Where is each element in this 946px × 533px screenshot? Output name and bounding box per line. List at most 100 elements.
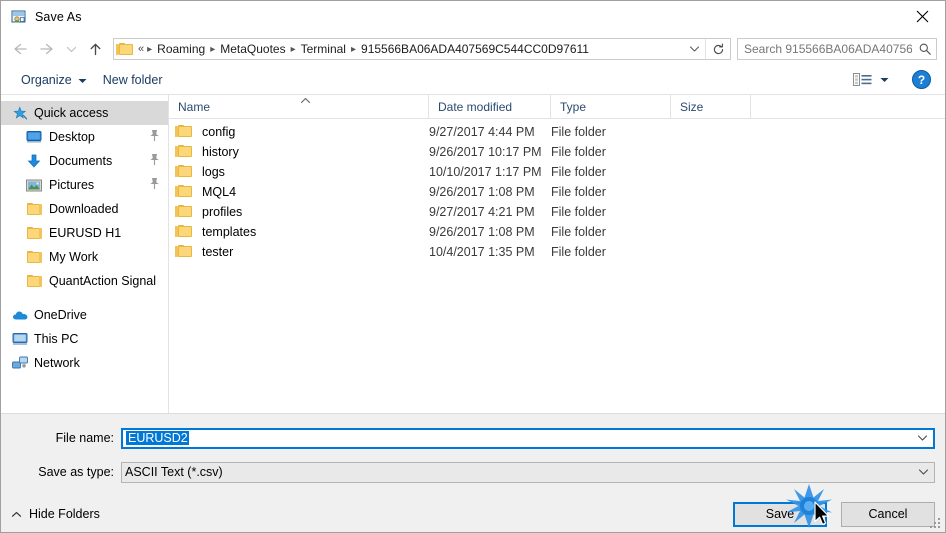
sidebar-divider-gap — [1, 293, 168, 303]
column-header-row: Name Date modified Type Size — [169, 95, 945, 119]
save-as-type-select[interactable]: ASCII Text (*.csv) — [121, 461, 935, 483]
file-date-cell: 9/27/2017 4:44 PM — [429, 125, 535, 139]
file-type-cell: File folder — [551, 125, 606, 139]
search-icon[interactable] — [914, 40, 936, 58]
save-as-icon — [11, 9, 27, 25]
breadcrumb-item-terminal[interactable]: Terminal — [297, 41, 350, 57]
sidebar-item-label: QuantAction Signal — [49, 274, 157, 288]
file-type-cell: File folder — [551, 165, 606, 179]
file-name-cell: templates — [169, 225, 429, 239]
pin-icon[interactable] — [149, 129, 160, 145]
up-arrow-icon[interactable] — [81, 36, 109, 62]
sidebar-item-my-work[interactable]: My Work — [1, 245, 168, 269]
organize-button[interactable]: Organize — [13, 68, 95, 92]
column-header-type[interactable]: Type — [551, 95, 671, 118]
file-type-cell: File folder — [551, 245, 606, 259]
sidebar-item-pictures[interactable]: Pictures — [1, 173, 168, 197]
help-icon[interactable]: ? — [911, 70, 931, 90]
folder-icon — [175, 245, 195, 259]
file-name-row: File name: EURUSD2 — [1, 425, 945, 451]
file-name-value-wrap: EURUSD2 — [123, 431, 911, 445]
refresh-icon[interactable] — [705, 39, 730, 59]
forward-arrow-icon[interactable] — [33, 36, 61, 62]
svg-text:?: ? — [917, 73, 924, 87]
table-row[interactable]: templates 9/26/2017 1:08 PM File folder — [169, 222, 945, 242]
pin-icon[interactable] — [149, 177, 160, 193]
sidebar-item-network[interactable]: Network — [1, 351, 168, 375]
back-arrow-icon[interactable] — [5, 36, 33, 62]
folder-icon — [25, 201, 43, 217]
address-dropdown-icon[interactable] — [683, 39, 705, 59]
sidebar-item-desktop[interactable]: Desktop — [1, 125, 168, 149]
cancel-button-label: Cancel — [868, 507, 908, 521]
folder-icon — [116, 42, 134, 56]
table-row[interactable]: config 9/27/2017 4:44 PM File folder — [169, 122, 945, 142]
chevron-down-icon[interactable] — [912, 463, 934, 482]
file-name-label: history — [202, 145, 239, 159]
pictures-icon — [25, 177, 43, 193]
file-name-label: tester — [202, 245, 234, 259]
search-input[interactable] — [738, 39, 914, 59]
file-list-pane: Name Date modified Type Size config 9/27… — [169, 95, 945, 413]
command-bar: Organize New folder ? — [1, 65, 945, 95]
sidebar-item-this-pc[interactable]: This PC — [1, 327, 168, 351]
table-row[interactable]: logs 10/10/2017 1:17 PM File folder — [169, 162, 945, 182]
table-row[interactable]: tester 10/4/2017 1:35 PM File folder — [169, 242, 945, 262]
file-name-label: File name: — [55, 431, 114, 445]
column-header-date-modified[interactable]: Date modified — [429, 95, 551, 118]
column-header-label: Name — [178, 99, 211, 114]
caret-up-icon — [11, 511, 22, 518]
file-date-cell: 9/26/2017 1:08 PM — [429, 225, 535, 239]
file-date-cell: 9/27/2017 4:21 PM — [429, 205, 535, 219]
save-button[interactable]: Save — [733, 501, 827, 527]
search-box[interactable] — [737, 38, 937, 60]
cancel-button[interactable]: Cancel — [841, 501, 935, 527]
file-date-cell: 10/10/2017 1:17 PM — [429, 165, 542, 179]
sidebar-item-label: Downloaded — [49, 202, 119, 216]
breadcrumb-item-metaquotes[interactable]: MetaQuotes — [216, 41, 289, 57]
recent-locations-chevron-icon[interactable] — [61, 36, 81, 62]
command-bar-right: ? — [849, 68, 945, 92]
folder-icon — [175, 185, 195, 199]
file-name-input[interactable]: EURUSD2 — [121, 427, 935, 449]
table-row[interactable]: MQL4 9/26/2017 1:08 PM File folder — [169, 182, 945, 202]
address-bar[interactable]: « ▸ Roaming ▸ MetaQuotes ▸ Terminal ▸ 91… — [113, 38, 731, 60]
pin-icon[interactable] — [149, 153, 160, 169]
breadcrumb-item-roaming[interactable]: Roaming — [153, 41, 209, 57]
folder-icon — [175, 145, 195, 159]
column-header-name[interactable]: Name — [169, 95, 429, 118]
sidebar-item-downloaded[interactable]: Downloaded — [1, 197, 168, 221]
view-mode-icon[interactable] — [849, 68, 893, 92]
table-row[interactable]: history 9/26/2017 10:17 PM File folder — [169, 142, 945, 162]
column-header-size[interactable]: Size — [671, 95, 751, 118]
onedrive-cloud-icon — [11, 307, 29, 323]
save-as-dialog: Save As « ▸ Roaming ▸ MetaQuotes ▸ Termi… — [0, 0, 946, 533]
organize-label: Organize — [21, 72, 72, 87]
hide-folders-button[interactable]: Hide Folders — [11, 507, 100, 521]
sidebar-item-documents[interactable]: Documents — [1, 149, 168, 173]
file-name-cell: logs — [169, 165, 429, 179]
sidebar-item-onedrive[interactable]: OneDrive — [1, 303, 168, 327]
caret-down-icon[interactable] — [880, 77, 889, 83]
this-pc-icon — [11, 331, 29, 347]
resize-grip[interactable] — [930, 518, 942, 530]
sidebar-item-eurusd-h1[interactable]: EURUSD H1 — [1, 221, 168, 245]
breadcrumb-overflow[interactable]: « — [136, 42, 146, 56]
close-icon[interactable] — [899, 1, 945, 32]
column-header-label: Size — [680, 99, 704, 114]
dialog-footer: File name: EURUSD2 Save as type: ASCII T… — [1, 413, 945, 532]
folder-icon — [175, 205, 195, 219]
table-row[interactable]: profiles 9/27/2017 4:21 PM File folder — [169, 202, 945, 222]
new-folder-button[interactable]: New folder — [95, 68, 171, 92]
column-header-label: Date modified — [438, 99, 513, 114]
chevron-down-icon[interactable] — [911, 430, 933, 447]
file-name-label: config — [202, 125, 236, 139]
caret-down-icon — [78, 73, 87, 87]
breadcrumb-separator: ▸ — [290, 43, 296, 55]
sidebar-item-quick-access[interactable]: Quick access — [1, 101, 168, 125]
breadcrumb-item-guid[interactable]: 915566BA06ADA407569C544CC0D97611 — [357, 41, 593, 57]
file-date-cell: 10/4/2017 1:35 PM — [429, 245, 535, 259]
title-bar: Save As — [1, 1, 945, 33]
sidebar-item-quantaction-signal[interactable]: QuantAction Signal — [1, 269, 168, 293]
folder-icon — [175, 225, 195, 239]
